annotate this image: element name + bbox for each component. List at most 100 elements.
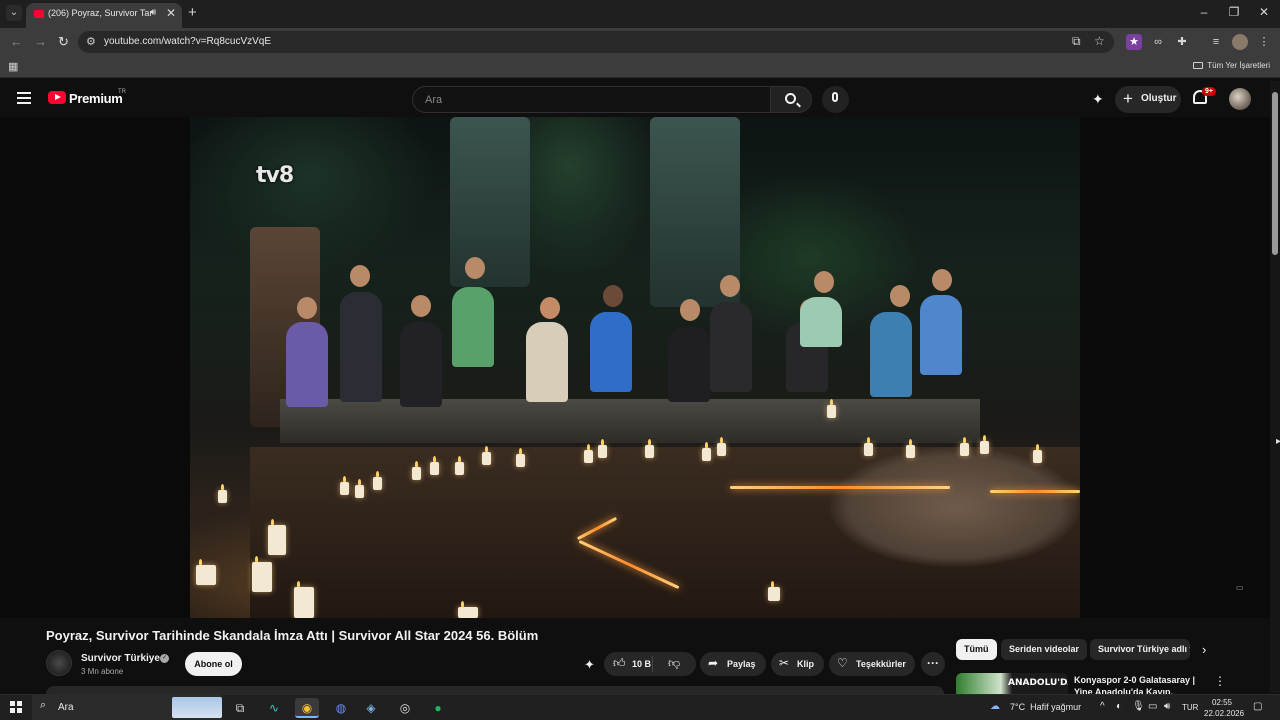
video-candle <box>455 456 464 475</box>
voice-search-button[interactable] <box>822 86 849 113</box>
taskbar-clock[interactable]: 02:55 22.02.2026 <box>1204 697 1244 719</box>
chrome-menu-icon[interactable]: ⋮ <box>1256 34 1272 50</box>
recommendation-title[interactable]: Konyaspor 2-0 Galatasaray | Yine Anadolu… <box>1074 674 1202 694</box>
tray-chevron-icon[interactable]: ^ <box>1100 701 1105 712</box>
forward-arrow-icon[interactable]: → <box>34 34 47 49</box>
clip-button[interactable]: ✂ Klip <box>771 652 824 676</box>
share-button[interactable]: ➦ Paylaş <box>700 652 766 676</box>
profile-avatar-icon[interactable] <box>1232 34 1248 50</box>
recommendation-thumbnail[interactable]: ANADOLU'DA <box>956 673 1068 694</box>
apps-grid-icon[interactable]: ▦ <box>8 60 18 73</box>
recommendation-more-icon[interactable]: ⋮ <box>1214 674 1226 688</box>
video-candle <box>458 601 478 618</box>
chip-series-videos[interactable]: Seriden videolar <box>1001 639 1088 660</box>
video-fire-line <box>730 486 950 489</box>
input-language[interactable]: TUR <box>1182 703 1198 712</box>
extensions-puzzle-icon[interactable]: ✚ <box>1174 34 1190 50</box>
all-bookmarks-button[interactable]: Tüm Yer İşaretleri <box>1193 61 1270 70</box>
spotify-app-icon[interactable]: ● <box>426 698 450 718</box>
new-tab-plus-icon[interactable]: + <box>188 4 197 21</box>
subscriber-count: 3 Mn abone <box>81 667 124 676</box>
subscribe-button[interactable]: Abone ol <box>185 652 242 676</box>
video-player[interactable]: tv8 ▭ <box>0 117 1270 618</box>
glasses-extension-icon[interactable]: ∞ <box>1150 34 1166 50</box>
more-actions-button[interactable]: ··· <box>921 652 945 676</box>
youtube-premium-logo[interactable]: Premium <box>69 91 123 106</box>
weather-cloud-icon[interactable]: ☁ <box>990 701 1000 712</box>
notification-center-icon[interactable]: ▢ <box>1253 701 1262 712</box>
page-scrollbar-thumb[interactable] <box>1272 92 1278 255</box>
youtube-header: Premium TR Ara ✦ + Oluştur 9+ <box>0 81 1270 117</box>
create-button[interactable]: + Oluştur <box>1115 86 1181 113</box>
tab-close-icon[interactable]: ✕ <box>166 6 176 20</box>
search-icon <box>785 93 796 104</box>
windows-taskbar: ⌕ Ara ⧉ ∿ ◉ ◍ ◈ ◎ ● ☁ 7°C Hafif yağmur ^… <box>0 694 1280 720</box>
address-bar[interactable]: ⚙ youtube.com/watch?v=Rq8cucVzVqE ⧉ ☆ <box>78 31 1114 53</box>
verified-check-icon: ✓ <box>160 654 169 663</box>
video-candle <box>864 437 873 456</box>
thanks-button[interactable]: ♡ Teşekkürler <box>829 652 915 676</box>
windows-start-icon[interactable] <box>10 701 22 713</box>
video-candle <box>645 439 654 458</box>
channel-avatar[interactable] <box>46 650 72 676</box>
like-count[interactable]: 10 B <box>632 659 651 669</box>
widget-app-icon[interactable]: ∿ <box>262 698 286 718</box>
chips-next-chevron-icon[interactable]: › <box>1202 642 1206 657</box>
volume-icon[interactable]: 🔊︎ <box>1164 701 1170 712</box>
thanks-label: Teşekkürler <box>856 659 906 669</box>
task-view-icon[interactable]: ⧉ <box>228 698 252 718</box>
clip-label: Klip <box>797 659 814 669</box>
taskbar-search[interactable]: ⌕ Ara <box>32 695 222 720</box>
chip-all[interactable]: Tümü <box>956 639 997 660</box>
video-contestant-head <box>350 265 370 287</box>
video-candle <box>960 437 969 456</box>
ask-sparkle-icon[interactable]: ✦ <box>584 657 595 673</box>
tab-search-icon[interactable]: ⌄ <box>6 5 22 21</box>
channel-name[interactable]: Survivor Türkiye <box>81 653 160 664</box>
reload-icon[interactable]: ↻ <box>58 34 69 50</box>
search-button[interactable] <box>770 86 812 113</box>
video-contestant <box>526 322 568 402</box>
video-contestant-head <box>932 269 952 291</box>
share-arrow-icon: ➦ <box>708 656 719 670</box>
weather-text[interactable]: 7°C Hafif yağmur <box>1010 702 1081 712</box>
description-box[interactable] <box>46 686 944 694</box>
microphone-tray-icon[interactable]: 🎙︎ <box>1132 701 1145 712</box>
speaker-icon[interactable]: 🔊︎ <box>150 7 156 18</box>
install-app-icon[interactable]: ⧉ <box>1072 34 1081 49</box>
search-input[interactable]: Ara <box>412 86 770 113</box>
window-close-icon[interactable]: ✕ <box>1254 5 1274 19</box>
video-stone-ring <box>830 447 1080 567</box>
chip-channel[interactable]: Survivor Türkiye adlı y <box>1090 639 1190 660</box>
obs-app-icon[interactable]: ◎ <box>393 698 417 718</box>
site-info-icon[interactable]: ⚙ <box>86 35 96 48</box>
clock-time: 02:55 <box>1211 698 1233 707</box>
back-arrow-icon[interactable]: ← <box>10 34 23 49</box>
browser-toolbar: ← → ↻ ⚙ youtube.com/watch?v=Rq8cucVzVqE … <box>0 28 1280 56</box>
video-frame[interactable]: tv8 <box>190 117 1080 618</box>
network-icon[interactable]: ▭ <box>1148 701 1157 712</box>
menu-hamburger-icon[interactable] <box>17 92 31 104</box>
like-thumb-icon[interactable]: 👍︎ <box>613 656 626 671</box>
restore-icon[interactable]: ❐ <box>1224 5 1244 19</box>
url-text[interactable]: youtube.com/watch?v=Rq8cucVzVqE <box>104 36 271 47</box>
chrome-app-icon[interactable]: ◉ <box>295 698 319 718</box>
sparkle-icon[interactable]: ✦ <box>1092 91 1104 108</box>
steam-app-icon[interactable]: ◈ <box>359 698 383 718</box>
messenger-app-icon[interactable]: ◍ <box>329 698 353 718</box>
video-contestant-head <box>465 257 485 279</box>
video-candle <box>482 446 491 465</box>
video-contestant <box>870 312 912 397</box>
youtube-logo-icon[interactable] <box>48 91 66 104</box>
reading-list-icon[interactable]: ≡ <box>1208 34 1224 50</box>
browser-tab[interactable]: (206) Poyraz, Survivor Tarihi... 🔊︎ ✕ <box>26 3 182 28</box>
bookmark-star-icon[interactable]: ☆ <box>1094 34 1105 48</box>
tray-app-icon[interactable]: ◐ <box>1116 701 1122 712</box>
dislike-thumb-icon[interactable]: 👎︎ <box>668 656 680 671</box>
account-avatar[interactable] <box>1229 88 1251 110</box>
video-candle <box>516 448 525 467</box>
extension-icon[interactable]: ★ <box>1126 34 1142 50</box>
minimize-icon[interactable]: – <box>1194 5 1214 19</box>
scissors-icon: ✂ <box>779 656 790 670</box>
video-contestant-head <box>814 271 834 293</box>
